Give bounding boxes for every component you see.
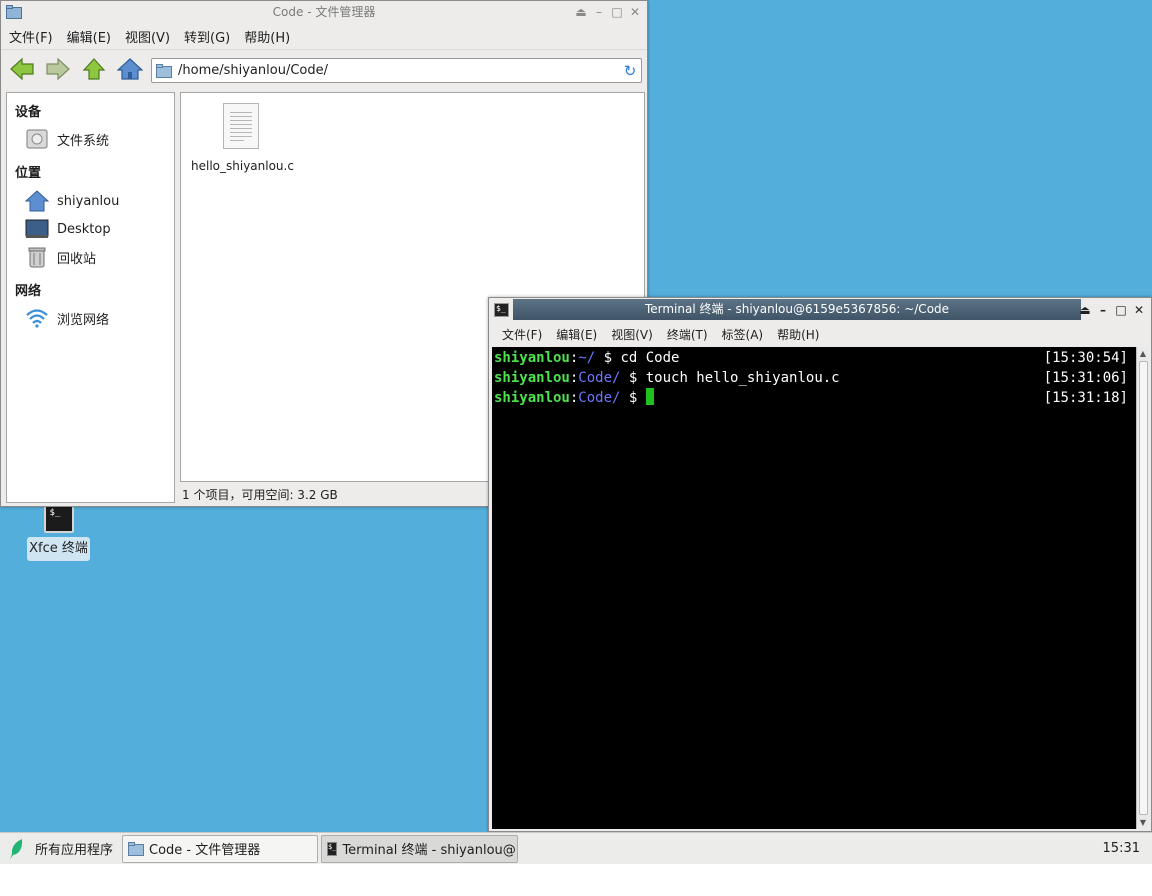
applications-menu-button[interactable]: 所有应用程序 — [0, 834, 122, 864]
sidebar-header-places: 位置 — [15, 166, 42, 181]
sidebar: 设备 文件系统 位置 shiyanlou Desktop 回收站 网络 浏览网络 — [6, 92, 175, 503]
sidebar-item-network[interactable]: 浏览网络 — [25, 306, 109, 330]
menu-terminal[interactable]: 终端(T) — [667, 326, 708, 343]
location-bar[interactable]: /home/shiyanlou/Code/ ↻ — [151, 58, 642, 83]
task-file-manager[interactable]: Code - 文件管理器 — [122, 834, 318, 863]
menu-view[interactable]: 视图(V) — [125, 27, 170, 46]
status-bar: 1 个项目，可用空间: 3.2 GB — [182, 488, 338, 502]
sidebar-header-network: 网络 — [15, 284, 42, 299]
close-button[interactable]: ✕ — [1133, 304, 1145, 316]
title-bar[interactable]: Code - 文件管理器 ⏏ – □ ✕ — [1, 1, 647, 23]
minimize-button[interactable]: – — [593, 6, 605, 18]
text-file-icon — [223, 103, 259, 149]
terminal-line: shiyanlou:~/ $ cd Code [15:30:54] — [494, 350, 1128, 366]
timestamp: [15:30:54] — [1043, 350, 1128, 366]
scroll-up-icon[interactable]: ▲ — [1138, 349, 1148, 358]
folder-icon — [156, 63, 172, 78]
close-button[interactable]: ✕ — [629, 6, 641, 18]
menu-view[interactable]: 视图(V) — [611, 326, 653, 343]
app-menu-leaf-icon — [10, 838, 23, 859]
task-label: Code - 文件管理器 — [149, 843, 261, 858]
folder-icon — [128, 841, 144, 856]
window-title: Terminal 终端 - shiyanlou@6159e5367856: ~/… — [644, 302, 950, 316]
taskbar: 所有应用程序 Code - 文件管理器 $_ Terminal 终端 - shi… — [0, 832, 1152, 864]
menu-bar: 文件(F) 编辑(E) 视图(V) 转到(G) 帮助(H) — [1, 23, 647, 49]
up-icon — [82, 57, 106, 80]
scrollbar-thumb[interactable] — [1139, 361, 1148, 815]
sidebar-item-label: 回收站 — [57, 251, 97, 267]
shade-button[interactable]: ⏏ — [575, 6, 587, 18]
reload-icon[interactable]: ↻ — [619, 62, 641, 80]
timestamp: [15:31:06] — [1043, 370, 1128, 386]
terminal-window: $_ Terminal 终端 - shiyanlou@6159e5367856:… — [488, 297, 1152, 832]
menu-help[interactable]: 帮助(H) — [244, 27, 290, 46]
drive-icon — [25, 128, 49, 150]
menu-file[interactable]: 文件(F) — [502, 326, 542, 343]
menu-edit[interactable]: 编辑(E) — [556, 326, 597, 343]
applications-menu-label: 所有应用程序 — [35, 843, 114, 858]
up-button[interactable] — [79, 54, 109, 84]
menu-edit[interactable]: 编辑(E) — [67, 27, 111, 46]
maximize-button[interactable]: □ — [1115, 304, 1127, 316]
title-bar[interactable]: Terminal 终端 - shiyanlou@6159e5367856: ~/… — [513, 299, 1081, 320]
screen-bottom-strip — [0, 864, 1152, 896]
minimize-button[interactable]: – — [1097, 304, 1109, 316]
scroll-down-icon[interactable]: ▼ — [1138, 818, 1148, 827]
home-icon — [117, 57, 143, 80]
menu-file[interactable]: 文件(F) — [9, 27, 53, 46]
task-label: Terminal 终端 - shiyanlou@… — [342, 843, 518, 858]
forward-icon — [46, 57, 70, 80]
sidebar-item-label: 浏览网络 — [57, 312, 110, 328]
sidebar-item-label: 文件系统 — [57, 133, 110, 149]
terminal-line: shiyanlou:Code/ $ touch hello_shiyanlou.… — [494, 370, 1128, 386]
menu-help[interactable]: 帮助(H) — [777, 326, 819, 343]
wifi-icon — [25, 307, 49, 329]
terminal-icon: $_ — [494, 303, 509, 317]
terminal-icon: $_ — [43, 503, 74, 533]
shade-button[interactable]: ⏏ — [1079, 304, 1091, 316]
forward-button[interactable] — [43, 54, 73, 84]
sidebar-item-desktop[interactable]: Desktop — [25, 217, 111, 241]
maximize-button[interactable]: □ — [611, 6, 623, 18]
back-icon — [10, 57, 34, 80]
desktop-icon-xfce-terminal[interactable]: $_ Xfce 终端 — [27, 503, 90, 561]
window-title: Code - 文件管理器 — [272, 5, 376, 19]
menu-bar: 文件(F) 编辑(E) 视图(V) 终端(T) 标签(A) 帮助(H) — [489, 322, 1151, 346]
timestamp: [15:31:18] — [1043, 390, 1128, 406]
menu-go[interactable]: 转到(G) — [184, 27, 230, 46]
terminal-line: shiyanlou:Code/ $ [15:31:18] — [494, 388, 1128, 406]
text-cursor — [645, 388, 654, 405]
trash-icon — [25, 246, 49, 268]
folder-icon — [6, 5, 22, 19]
location-path: /home/shiyanlou/Code/ — [178, 63, 328, 78]
sidebar-item-home[interactable]: shiyanlou — [25, 189, 119, 213]
home-button[interactable] — [115, 54, 145, 84]
sidebar-item-label: Desktop — [57, 221, 111, 237]
sidebar-item-filesystem[interactable]: 文件系统 — [25, 127, 109, 151]
sidebar-item-trash[interactable]: 回收站 — [25, 245, 96, 269]
menu-tabs[interactable]: 标签(A) — [722, 326, 764, 343]
file-name: hello_shiyanlou.c — [191, 159, 294, 173]
back-button[interactable] — [7, 54, 37, 84]
file-item[interactable]: hello_shiyanlou.c — [191, 103, 294, 173]
vertical-scrollbar[interactable]: ▲ ▼ — [1136, 347, 1149, 829]
task-terminal[interactable]: $_ Terminal 终端 - shiyanlou@… — [321, 834, 518, 863]
home-icon — [25, 190, 49, 212]
sidebar-item-label: shiyanlou — [57, 193, 120, 209]
terminal-icon: $_ — [327, 841, 338, 856]
desktop-icon-label: Xfce 终端 — [27, 537, 90, 561]
clock[interactable]: 15:31 — [1103, 833, 1140, 865]
sidebar-header-devices: 设备 — [15, 105, 42, 120]
desktop-icon — [25, 218, 49, 240]
terminal-screen[interactable]: shiyanlou:~/ $ cd Code [15:30:54] shiyanl… — [492, 347, 1136, 829]
